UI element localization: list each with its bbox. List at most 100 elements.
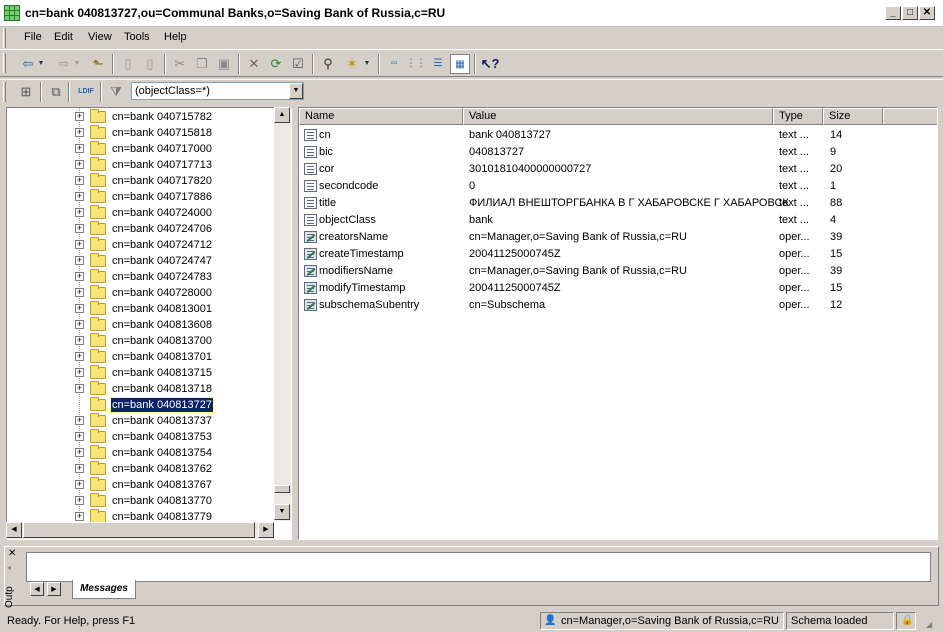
export-icon[interactable]: ⧉ [46, 82, 66, 102]
tree-item[interactable]: + cn=bank 040717713 [7, 157, 277, 173]
pin-icon[interactable]: ◂ [7, 563, 11, 572]
menu-help[interactable]: Help [164, 31, 187, 43]
directory-tree[interactable]: + cn=bank 040715782 + cn=bank 040715818 + cn=… [6, 107, 292, 540]
tree-scroll-thumb[interactable] [274, 485, 290, 493]
expand-icon[interactable]: + [75, 448, 84, 457]
attribute-row[interactable]: cn bank 040813727 text ... 14 [299, 127, 937, 144]
new-entry-icon[interactable]: ✶ [342, 54, 362, 74]
forward-icon[interactable]: ⇨ [54, 54, 74, 74]
tab-messages[interactable]: Messages [72, 580, 136, 599]
messages-output[interactable] [26, 552, 931, 582]
attribute-row[interactable]: modifiersName cn=Manager,o=Saving Bank of… [299, 263, 937, 280]
column-header-size[interactable]: Size [823, 108, 883, 125]
attribute-row[interactable]: createTimestamp 20041125000745Z oper... 15 [299, 246, 937, 263]
expand-icon[interactable]: + [75, 128, 84, 137]
expand-icon[interactable]: + [75, 192, 84, 201]
tree-item[interactable]: + cn=bank 040813001 [7, 301, 277, 317]
column-header-type[interactable]: Type [773, 108, 823, 125]
scroll-down-icon[interactable]: ▼ [274, 504, 290, 520]
expand-icon[interactable]: + [75, 368, 84, 377]
attribute-row[interactable]: creatorsName cn=Manager,o=Saving Bank of … [299, 229, 937, 246]
expand-icon[interactable]: + [75, 304, 84, 313]
expand-icon[interactable]: + [75, 480, 84, 489]
tab-scroll-right-icon[interactable]: ▶ [47, 582, 61, 596]
menubar-grip[interactable] [3, 28, 6, 48]
browse-tree-icon[interactable]: ⊞ [16, 82, 36, 102]
back-icon[interactable]: ⇦ [18, 54, 38, 74]
minimize-button[interactable]: _ [885, 6, 901, 20]
forward-dropdown-icon[interactable]: ▼ [72, 54, 82, 74]
disconnect-icon[interactable]: ▯ [118, 54, 138, 74]
attribute-row[interactable]: title ФИЛИАЛ ВНЕШТОРГБАНКА В Г ХАБАРОВСКЕ… [299, 195, 937, 212]
tree-item[interactable]: + cn=bank 040724706 [7, 221, 277, 237]
tree-item[interactable]: + cn=bank 040715818 [7, 125, 277, 141]
details-view-icon[interactable]: ▦ [450, 54, 470, 74]
expand-icon[interactable]: + [75, 496, 84, 505]
properties-icon[interactable]: ☑ [288, 54, 308, 74]
attribute-row[interactable]: secondcode 0 text ... 1 [299, 178, 937, 195]
expand-icon[interactable]: + [75, 160, 84, 169]
tab-scroll-left-icon[interactable]: ◀ [30, 582, 44, 596]
expand-icon[interactable]: + [75, 352, 84, 361]
resize-grip-icon[interactable]: ◢ [926, 620, 932, 629]
expand-icon[interactable]: + [75, 208, 84, 217]
filter-dropdown-icon[interactable]: ▼ [289, 83, 303, 99]
expand-icon[interactable]: + [75, 320, 84, 329]
tree-item[interactable]: + cn=bank 040717820 [7, 173, 277, 189]
expand-icon[interactable]: + [75, 176, 84, 185]
attribute-list[interactable]: Name Value Type Size cn bank 040813727 tex… [298, 107, 938, 540]
expand-icon[interactable]: + [75, 416, 84, 425]
maximize-button[interactable]: □ [902, 6, 918, 20]
menu-tools[interactable]: Tools [124, 31, 150, 43]
menu-edit[interactable]: Edit [54, 31, 73, 43]
context-help-icon[interactable]: ↖? [480, 54, 500, 74]
expand-icon[interactable]: + [75, 336, 84, 345]
new-entry-dropdown-icon[interactable]: ▼ [362, 54, 372, 74]
filter-input[interactable]: (objectClass=*) [131, 82, 304, 100]
tree-item[interactable]: + cn=bank 040715782 [7, 109, 277, 125]
tree-item[interactable]: + cn=bank 040813754 [7, 445, 277, 461]
tree-item[interactable]: + cn=bank 040724000 [7, 205, 277, 221]
attribute-row[interactable]: objectClass bank text ... 4 [299, 212, 937, 229]
filter-icon[interactable]: ⧩ [106, 82, 126, 102]
scroll-up-icon[interactable]: ▲ [274, 107, 290, 123]
attribute-row[interactable]: modifyTimestamp 20041125000745Z oper... 15 [299, 280, 937, 297]
expand-icon[interactable]: + [75, 240, 84, 249]
small-icons-view-icon[interactable]: ⋮⋮ [406, 54, 426, 74]
tree-item[interactable]: + cn=bank 040717886 [7, 189, 277, 205]
tree-item[interactable]: + cn=bank 040813608 [7, 317, 277, 333]
tree-item[interactable]: + cn=bank 040813701 [7, 349, 277, 365]
connect-icon[interactable]: ▯ [140, 54, 160, 74]
close-button[interactable]: ✕ [919, 6, 935, 20]
tree-item[interactable]: + cn=bank 040724712 [7, 237, 277, 253]
attribute-row[interactable]: bic 040813727 text ... 9 [299, 144, 937, 161]
tree-item[interactable]: + cn=bank 040724783 [7, 269, 277, 285]
scroll-left-icon[interactable]: ◀ [6, 522, 22, 538]
tree-item[interactable]: + cn=bank 040717000 [7, 141, 277, 157]
paste-icon[interactable]: ▣ [214, 54, 234, 74]
tree-item[interactable]: + cn=bank 040813770 [7, 493, 277, 509]
expand-icon[interactable]: + [75, 272, 84, 281]
toolbar-grip[interactable] [3, 53, 6, 73]
scroll-right-icon[interactable]: ▶ [258, 522, 274, 538]
expand-icon[interactable]: + [75, 288, 84, 297]
find-icon[interactable]: ⚲ [318, 54, 338, 74]
expand-icon[interactable]: + [75, 144, 84, 153]
expand-icon[interactable]: + [75, 464, 84, 473]
tree-item[interactable]: cn=bank 040813727 [7, 397, 277, 413]
expand-icon[interactable]: + [75, 256, 84, 265]
tree-item[interactable]: + cn=bank 040813753 [7, 429, 277, 445]
attribute-row[interactable]: cor 30101810400000000727 text ... 20 [299, 161, 937, 178]
toolbar-grip[interactable] [3, 82, 6, 102]
column-header-name[interactable]: Name [299, 108, 463, 125]
expand-icon[interactable]: + [75, 112, 84, 121]
delete-icon[interactable]: ✕ [244, 54, 264, 74]
refresh-icon[interactable]: ⟳ [266, 54, 286, 74]
tree-horizontal-scrollbar[interactable]: ◀ ▶ [6, 522, 274, 539]
tree-item[interactable]: + cn=bank 040813718 [7, 381, 277, 397]
ldif-icon[interactable]: LDIF [74, 82, 98, 102]
close-icon[interactable]: ✕ [8, 548, 16, 559]
copy-icon[interactable]: ❐ [192, 54, 212, 74]
tree-item[interactable]: + cn=bank 040813700 [7, 333, 277, 349]
expand-icon[interactable]: + [75, 432, 84, 441]
